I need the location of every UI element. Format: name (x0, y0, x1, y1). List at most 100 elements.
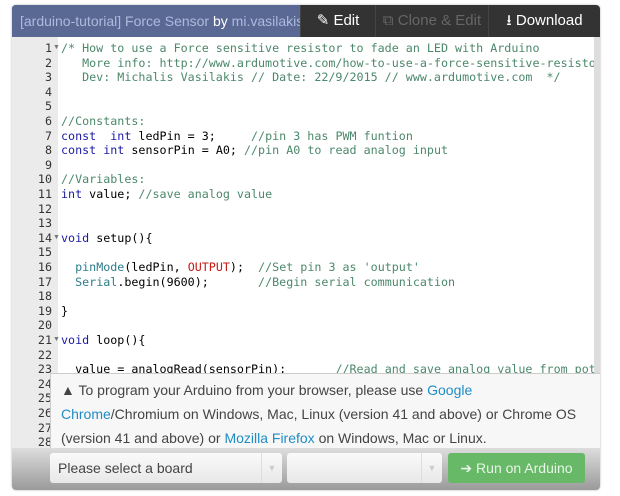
notice-text: on Windows, Mac or Linux. (314, 430, 487, 446)
download-button[interactable]: ⭳ Download (488, 5, 600, 37)
code-token: //Begin serial communication (258, 274, 456, 289)
chevron-down-icon: ▼ (421, 453, 442, 483)
code-token: /* How to use a Force sensitive resistor… (61, 41, 540, 55)
code-line: Serial.begin(9600); //Begin serial commu… (61, 275, 455, 290)
project-link[interactable]: [arduino-tutorial] Force Sensor (20, 13, 209, 29)
line-number: 6 (44, 114, 52, 128)
line-number: 21 (37, 333, 52, 347)
by-label: by (212, 13, 228, 29)
download-label: Download (515, 12, 583, 29)
code-token: loop(){ (89, 333, 146, 347)
fold-arrow-icon[interactable]: ▼ (53, 231, 60, 246)
line-number: 4 (44, 84, 52, 99)
code-token: sensorPin = A0; (124, 143, 244, 158)
code-token: //Variables: (61, 172, 146, 187)
code-token: //Constants: (61, 114, 146, 128)
code-line: /* How to use a Force sensitive resistor… (61, 41, 539, 56)
line-number: 2 (44, 55, 52, 70)
sketch-title: [arduino-tutorial] Force Sensor by mi.va… (12, 5, 300, 37)
line-number: 26 (37, 406, 52, 420)
code-token: //pin 3 has PWM funtion (251, 128, 413, 143)
code-token: ); (229, 260, 259, 274)
line-number: 17 (37, 274, 52, 289)
code-token: //Set pin 3 as 'output' (258, 260, 420, 274)
line-number: 22 (37, 347, 52, 362)
line-number: 1 (44, 41, 52, 55)
line-number: 7 (44, 128, 52, 143)
line-number: 8 (44, 143, 52, 158)
code-token: pinMode (75, 260, 125, 274)
code-token: //pin A0 to read analog input (243, 143, 449, 158)
browser-notice: ▲ To program your Arduino from your brow… (50, 373, 600, 448)
code-token: int (103, 143, 125, 158)
download-icon: ⭳ (506, 12, 512, 29)
code-token: .begin(9600); (117, 274, 259, 289)
code-token: int (110, 128, 132, 143)
line-number: 23 (37, 362, 52, 377)
code-token: More info: http://www.ardumotive.com/how… (61, 55, 596, 70)
line-number: 11 (37, 187, 52, 201)
line-number: 3 (44, 70, 52, 85)
line-number: 10 (37, 172, 52, 187)
code-line: void setup(){ (61, 231, 153, 246)
code-line: } (61, 304, 68, 319)
board-select-value: Please select a board (58, 460, 193, 476)
line-number: 18 (37, 289, 52, 304)
run-label: Run on Arduino (476, 460, 573, 476)
code-token: const (61, 128, 97, 143)
line-number: 13 (37, 216, 52, 231)
code-editor[interactable]: 1 ▼ 2 3 4 5 6 7 8 9 10 11 12 13 14 ▼ 15 16 17 18 19 20 21 ▼ 22 23… (12, 37, 600, 448)
code-token: //save analog value (138, 187, 273, 201)
code-token: setup(){ (89, 230, 153, 245)
line-number: 12 (37, 201, 52, 216)
code-token: void (61, 230, 90, 245)
code-line: //Constants: (61, 114, 145, 129)
line-number: 15 (37, 245, 52, 260)
line-number: 5 (44, 99, 52, 114)
edit-label: Edit (333, 12, 360, 29)
code-line: More info: http://www.ardumotive.com/how… (61, 56, 596, 71)
code-line: Dev: Michalis Vasilakis // Date: 22/9/20… (61, 70, 561, 85)
code-line: void loop(){ (61, 333, 145, 348)
port-select[interactable]: ▼ (287, 453, 442, 483)
clone-edit-button[interactable]: ⧉ Clone & Edit (375, 5, 488, 37)
code-token: } (61, 303, 69, 318)
arrow-right-icon: ➔ (460, 460, 473, 476)
run-toolbar: Please select a board ▼ ▼ ➔ Run on Arduin… (12, 448, 600, 490)
code-line: //Variables: (61, 172, 145, 187)
run-on-arduino-button[interactable]: ➔ Run on Arduino (448, 453, 585, 483)
code-token: ledPin = 3; (131, 128, 252, 143)
line-number: 16 (37, 260, 52, 274)
code-token: Dev: Michalis Vasilakis // Date: 22/9/20… (61, 70, 561, 85)
clone-label: Clone & Edit (397, 12, 482, 29)
fold-arrow-icon[interactable]: ▼ (53, 41, 60, 56)
code-token: int (61, 187, 83, 201)
line-number: 19 (37, 303, 52, 318)
line-number: 9 (44, 157, 52, 172)
notice-text: To program your Arduino from your browse… (74, 382, 428, 398)
fold-arrow-icon[interactable]: ▼ (53, 333, 60, 348)
line-number: 24 (37, 376, 52, 391)
line-number: 28 (37, 435, 52, 448)
code-token: Serial (75, 274, 118, 289)
code-line: int value; //save analog value (61, 187, 272, 202)
line-number: 25 (37, 391, 52, 406)
code-token: value; (82, 187, 139, 201)
clone-icon: ⧉ (382, 12, 394, 29)
sketch-embed: [arduino-tutorial] Force Sensor by mi.va… (12, 5, 600, 490)
chevron-down-icon: ▼ (261, 453, 282, 483)
board-select[interactable]: Please select a board ▼ (50, 453, 282, 483)
edit-button[interactable]: ✎ Edit (300, 5, 375, 37)
code-token: OUTPUT (187, 260, 230, 274)
code-token: void (61, 333, 90, 347)
line-number: 14 (37, 230, 52, 245)
line-number: 27 (37, 420, 52, 435)
header-bar: [arduino-tutorial] Force Sensor by mi.va… (12, 5, 600, 37)
author-link[interactable]: mi.vasilakis (232, 13, 300, 29)
firefox-link[interactable]: Mozilla Firefox (224, 430, 314, 446)
code-line: pinMode(ledPin, OUTPUT); //Set pin 3 as … (61, 260, 420, 275)
code-line: const int sensorPin = A0; //pin A0 to re… (61, 143, 448, 158)
